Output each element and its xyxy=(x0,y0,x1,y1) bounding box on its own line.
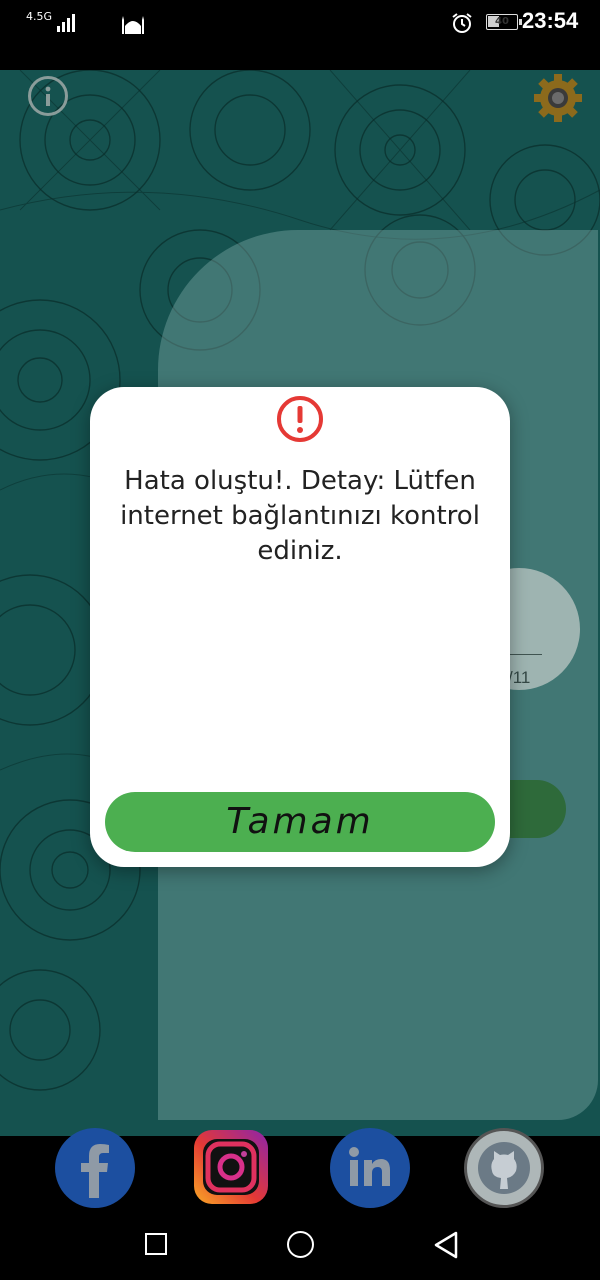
gear-icon[interactable] xyxy=(532,72,584,124)
navigation-bar xyxy=(0,1210,600,1280)
instagram-icon[interactable] xyxy=(194,1130,268,1204)
linkedin-glyph xyxy=(349,1147,390,1186)
error-dialog: Hata oluştu!. Detay: Lütfen internet bağ… xyxy=(90,387,510,867)
social-bar xyxy=(0,1128,600,1210)
instagram-glyph xyxy=(205,1141,257,1193)
battery-icon: 40 xyxy=(486,14,522,30)
alert-circle-icon xyxy=(277,396,323,442)
github-icon[interactable] xyxy=(464,1128,544,1208)
ok-button[interactable]: Tamam xyxy=(105,792,495,852)
alarm-icon xyxy=(452,13,472,33)
github-glyph xyxy=(478,1142,530,1194)
signal-icon xyxy=(57,14,75,32)
dialog-message: Hata oluştu!. Detay: Lütfen internet bağ… xyxy=(120,466,480,566)
mosque-icon xyxy=(122,16,144,34)
linkedin-icon[interactable] xyxy=(330,1128,410,1208)
facebook-icon[interactable] xyxy=(55,1128,135,1208)
battery-level: 40 xyxy=(495,16,509,27)
ok-button-label: Tamam xyxy=(226,801,374,842)
status-bar: 4.5G 40 23:54 xyxy=(0,0,600,70)
facebook-glyph xyxy=(81,1144,109,1198)
home-icon[interactable] xyxy=(287,1231,314,1258)
network-type: 4.5G xyxy=(26,10,53,23)
info-glyph xyxy=(45,86,51,106)
recent-apps-icon[interactable] xyxy=(145,1233,167,1255)
back-icon[interactable] xyxy=(432,1230,460,1260)
info-icon[interactable] xyxy=(28,76,68,116)
clock: 23:54 xyxy=(522,8,579,33)
counter-label: /11 xyxy=(508,668,531,687)
